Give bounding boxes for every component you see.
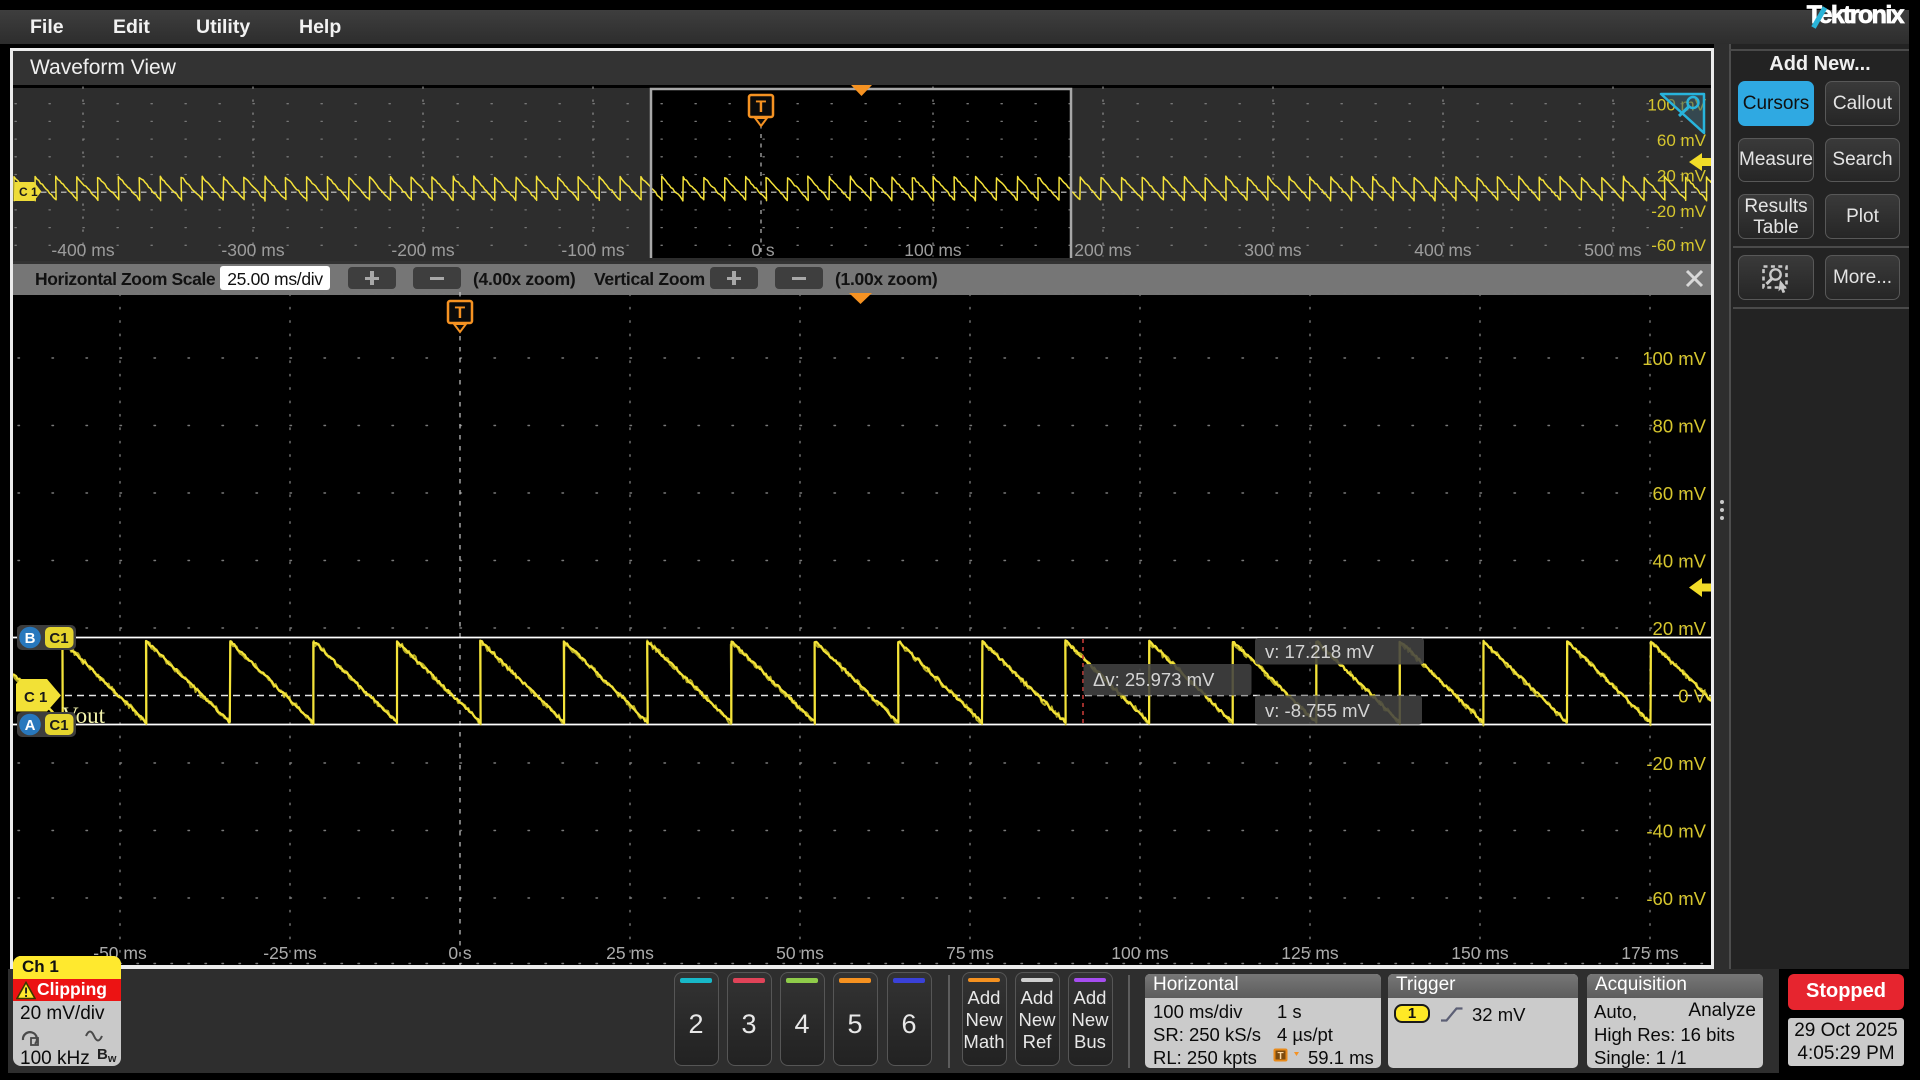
svg-text:-400 ms: -400 ms [51, 240, 114, 258]
svg-text:-100 ms: -100 ms [561, 240, 624, 258]
svg-text:-20 mV: -20 mV [1651, 202, 1706, 221]
svg-text:C1: C1 [49, 717, 68, 734]
svg-text:v: 17.218 mV: v: 17.218 mV [1265, 641, 1375, 662]
svg-text:40 mV: 40 mV [1653, 551, 1707, 572]
svg-text:60 mV: 60 mV [1653, 483, 1707, 504]
svg-text:200 ms: 200 ms [1074, 240, 1132, 258]
svg-text:A: A [25, 717, 36, 734]
svg-text:T: T [1277, 1051, 1283, 1062]
svg-text:400 ms: 400 ms [1414, 240, 1472, 258]
svg-text:300 ms: 300 ms [1244, 240, 1302, 258]
svg-text:-25 ms: -25 ms [263, 943, 317, 963]
svg-text:50 ms: 50 ms [776, 943, 824, 963]
svg-text:125 ms: 125 ms [1281, 943, 1339, 963]
svg-text:100 ms: 100 ms [904, 240, 962, 258]
svg-text:500 ms: 500 ms [1584, 240, 1642, 258]
svg-text:-20 mV: -20 mV [1646, 753, 1706, 774]
svg-text:175 ms: 175 ms [1621, 943, 1679, 963]
svg-text:-200 ms: -200 ms [391, 240, 454, 258]
svg-text:80 mV: 80 mV [1653, 416, 1707, 437]
svg-text:-60 mV: -60 mV [1646, 888, 1706, 909]
svg-text:Δv: 25.973 mV: Δv: 25.973 mV [1093, 669, 1215, 690]
svg-text:100 mV: 100 mV [1642, 348, 1706, 369]
svg-text:C 1: C 1 [24, 689, 47, 706]
svg-text:150 ms: 150 ms [1451, 943, 1509, 963]
svg-text:T: T [756, 97, 767, 116]
svg-text:20 mV: 20 mV [1653, 618, 1707, 639]
svg-text:75 ms: 75 ms [946, 943, 994, 963]
svg-text:60 mV: 60 mV [1657, 131, 1707, 150]
svg-text:T: T [455, 303, 466, 322]
svg-text:20 mV: 20 mV [1657, 166, 1707, 185]
svg-text:C1: C1 [49, 630, 68, 647]
svg-text:0 s: 0 s [448, 943, 472, 963]
svg-text:v: -8.755 mV: v: -8.755 mV [1265, 700, 1371, 721]
svg-text:0 V: 0 V [1678, 686, 1706, 707]
svg-text:-40 mV: -40 mV [1646, 821, 1706, 842]
svg-text:C 1: C 1 [19, 185, 38, 199]
svg-text:0 s: 0 s [751, 240, 775, 258]
svg-text:-60 mV: -60 mV [1651, 236, 1706, 255]
svg-text:100 ms: 100 ms [1111, 943, 1169, 963]
svg-text:B: B [25, 630, 36, 647]
svg-text:-300 ms: -300 ms [221, 240, 284, 258]
svg-text:25 ms: 25 ms [606, 943, 654, 963]
